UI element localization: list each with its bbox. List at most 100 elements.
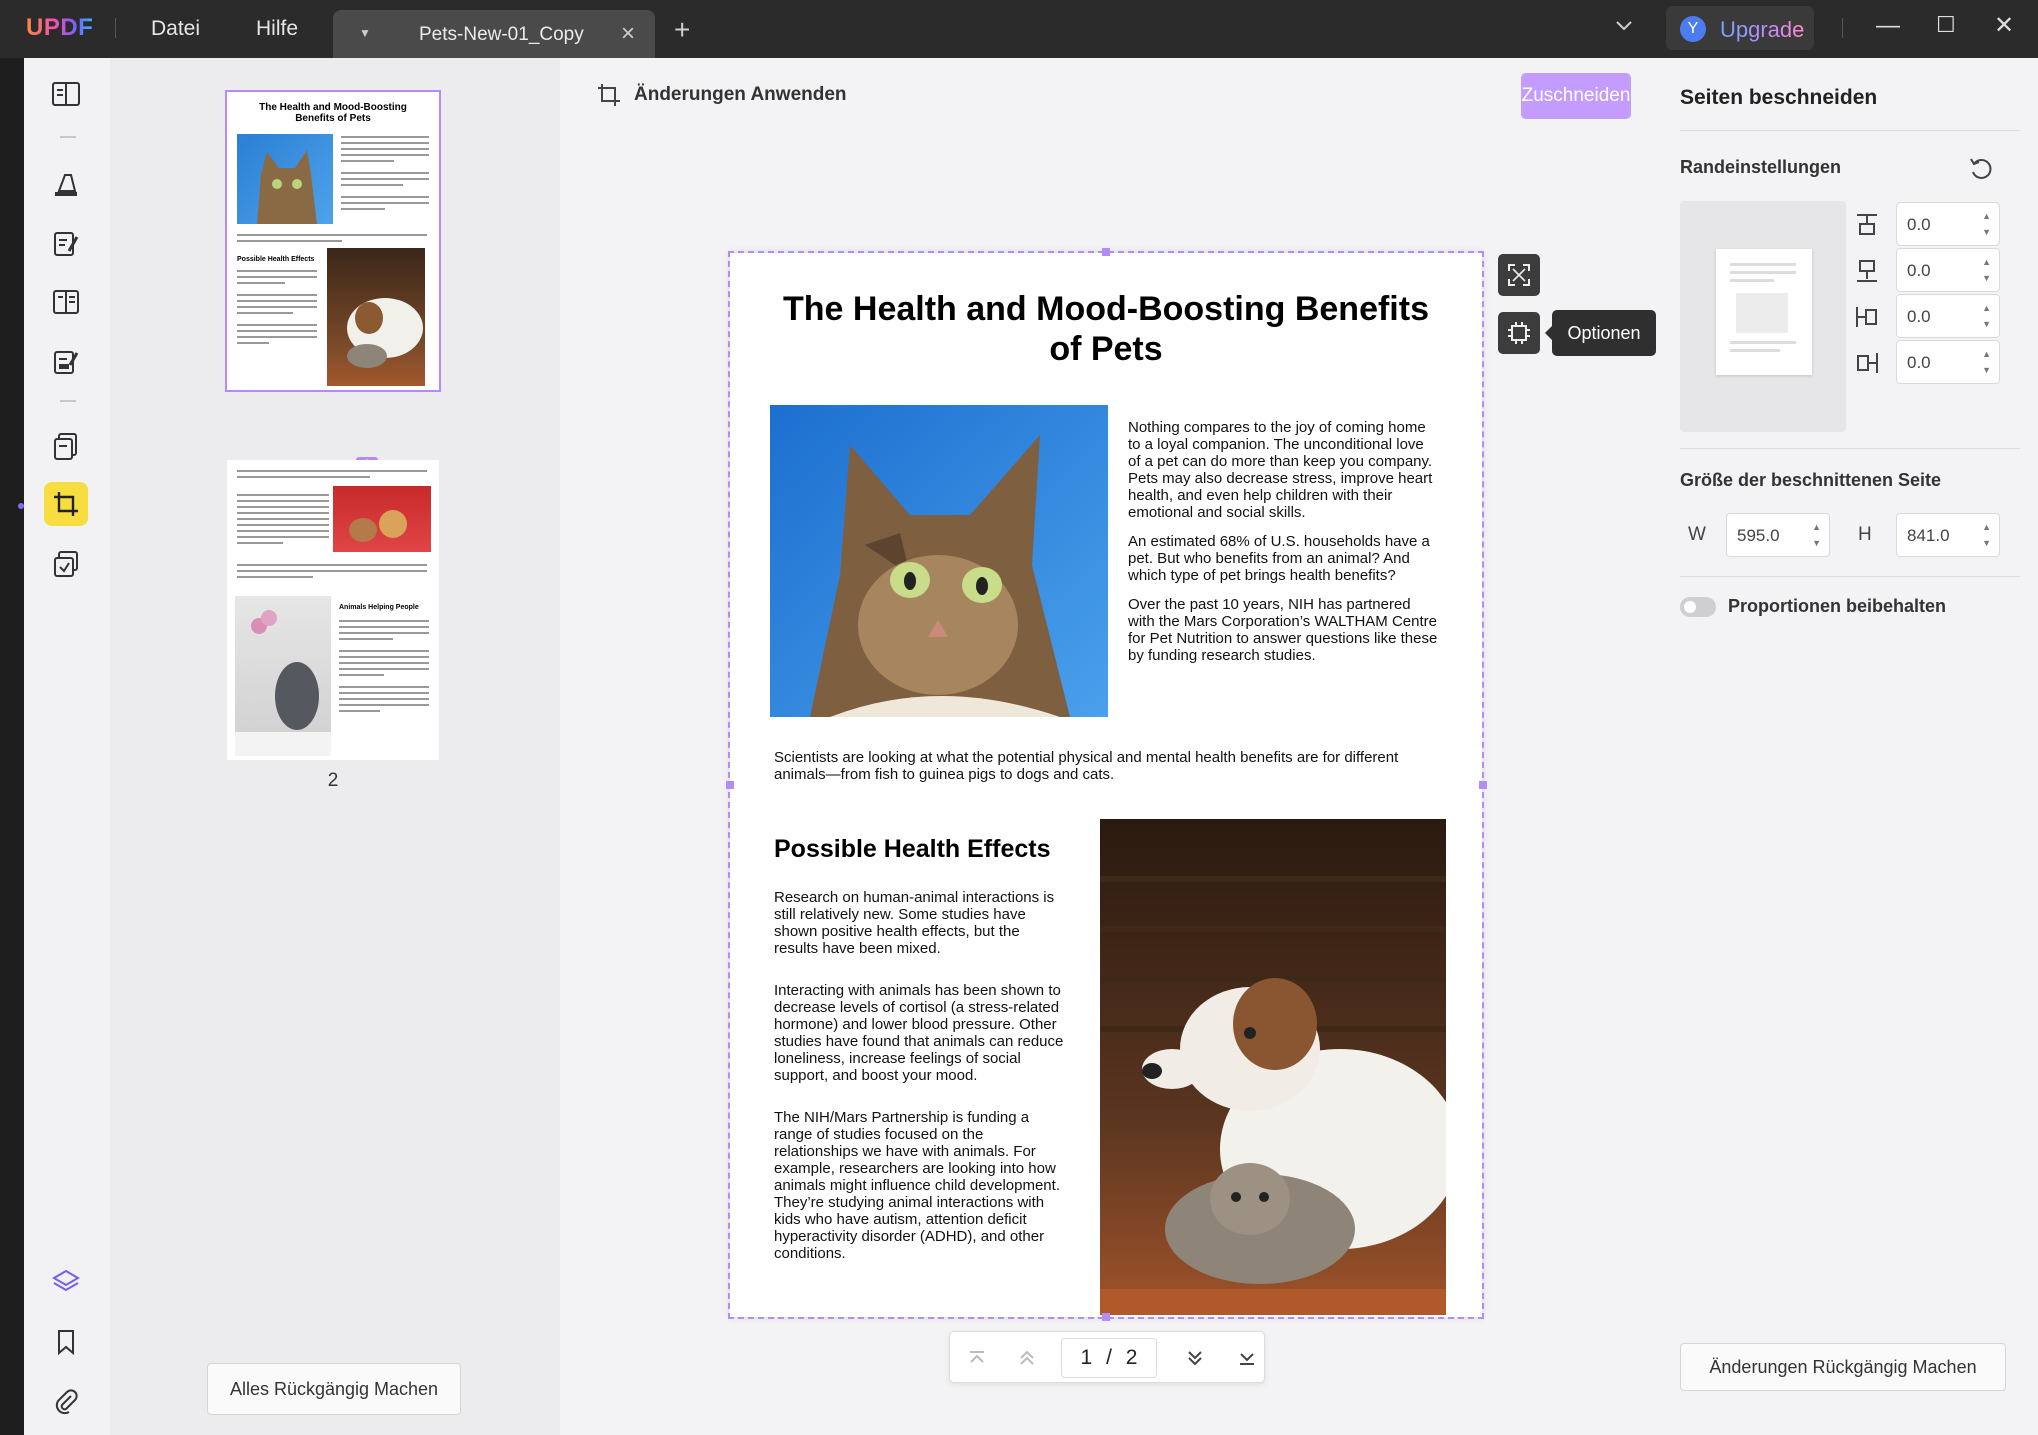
margin-bottom-stepper[interactable]: 0.0 ▲ ▼ — [1896, 248, 2000, 292]
close-window-icon[interactable]: ✕ — [1994, 14, 2014, 38]
first-page-icon[interactable] — [964, 1345, 990, 1371]
reset-margins-icon[interactable] — [1968, 156, 1994, 182]
margin-right-icon — [1857, 353, 1878, 373]
window-edge — [0, 58, 24, 1435]
options-tooltip: Optionen — [1545, 310, 1656, 356]
menu-file[interactable]: Datei — [151, 17, 200, 41]
crop-handle-bottom[interactable] — [1102, 1313, 1110, 1321]
crop-pages-icon[interactable] — [44, 482, 88, 526]
stepper-up-icon[interactable]: ▲ — [1982, 303, 1991, 313]
margins-label: Randeinstellungen — [1680, 157, 1842, 177]
maximize-icon[interactable]: ☐ — [1936, 14, 1956, 36]
page-thumbnail[interactable]: The Health and Mood-Boosting Benefits of… — [225, 90, 441, 392]
page-thumbnail[interactable]: Animals Helping People — [227, 460, 439, 760]
last-page-icon[interactable] — [1234, 1345, 1260, 1371]
crop-handle-right[interactable] — [1479, 781, 1487, 789]
upgrade-button[interactable]: Y Upgrade — [1666, 6, 1814, 50]
organize-pages-icon[interactable] — [44, 424, 88, 468]
apply-changes-button[interactable]: Änderungen Anwenden — [596, 80, 847, 110]
thumbnail-cat-flowers-image — [235, 596, 331, 756]
undo-all-button[interactable]: Alles Rückgängig Machen — [207, 1363, 461, 1415]
crop-apply-icon — [598, 84, 620, 106]
margin-left-stepper[interactable]: 0.0 ▲ ▼ — [1896, 294, 2000, 338]
thumbnail-text-lines — [339, 620, 429, 712]
rail-divider — [60, 136, 76, 138]
tab-list-chevron-icon[interactable] — [1614, 16, 1634, 36]
stepper-down-icon[interactable]: ▼ — [1982, 227, 1991, 237]
wide-paragraph: Scientists are looking at what the poten… — [774, 749, 1399, 783]
intro-paragraph: Over the past 10 years, NIH has partnere… — [1128, 596, 1438, 664]
tool-rail — [24, 58, 110, 1435]
reader-mode-icon[interactable] — [44, 72, 88, 116]
menu-help[interactable]: Hilfe — [256, 17, 298, 41]
thumbnail-text-lines — [237, 564, 427, 578]
panel-divider — [1680, 448, 2020, 449]
minimize-icon[interactable]: — — [1876, 14, 1900, 38]
form-edit-icon[interactable] — [44, 340, 88, 384]
tab-title: Pets-New-01_Copy — [419, 24, 584, 45]
total-pages: 2 — [1125, 1346, 1138, 1369]
crop-handle-top[interactable] — [1102, 248, 1110, 256]
crop-button[interactable]: Zuschneiden — [1521, 73, 1631, 119]
stepper-down-icon[interactable]: ▼ — [1982, 319, 1991, 329]
app-logo: UPDF — [26, 14, 94, 41]
edit-pdf-icon[interactable] — [44, 222, 88, 266]
stepper-up-icon[interactable]: ▲ — [1982, 522, 1991, 532]
crop-options-icon[interactable] — [1498, 312, 1540, 354]
intro-text: Nothing compares to the joy of coming ho… — [1128, 419, 1440, 676]
section-paragraph: Interacting with animals has been shown … — [774, 982, 1064, 1084]
thumbnail-text-lines — [341, 136, 429, 210]
stepper-up-icon[interactable]: ▲ — [1812, 522, 1821, 532]
document-tab[interactable]: ▼ Pets-New-01_Copy × — [333, 10, 655, 58]
margin-top-icon — [1857, 214, 1877, 235]
attachment-icon[interactable] — [44, 1380, 88, 1424]
margin-right-stepper[interactable]: 0.0 ▲ ▼ — [1896, 340, 2000, 384]
thumbnail-heading: Animals Helping People — [339, 604, 419, 611]
bookmark-icon[interactable] — [44, 1320, 88, 1364]
thumbnail-text-lines — [237, 234, 427, 242]
stepper-down-icon[interactable]: ▼ — [1982, 365, 1991, 375]
crop-size-label: Größe der beschnittenen Seite — [1680, 470, 1942, 490]
title-separator — [1842, 18, 1843, 38]
margin-bottom-icon — [1857, 260, 1877, 282]
batch-convert-icon[interactable] — [44, 542, 88, 586]
next-page-icon[interactable] — [1182, 1345, 1208, 1371]
comment-highlighter-icon[interactable] — [44, 162, 88, 206]
tab-dropdown-icon[interactable]: ▼ — [359, 26, 371, 40]
page-layout-icon[interactable] — [44, 280, 88, 324]
margin-top-stepper[interactable]: 0.0 ▲ ▼ — [1896, 202, 2000, 246]
margin-left-icon — [1856, 307, 1877, 327]
stepper-up-icon[interactable]: ▲ — [1982, 349, 1991, 359]
current-page: 1 — [1080, 1346, 1093, 1369]
page-navigator: 1 / 2 — [949, 1331, 1265, 1383]
undo-changes-button[interactable]: Änderungen Rückgängig Machen — [1680, 1343, 2006, 1391]
apply-changes-label: Änderungen Anwenden — [634, 84, 847, 105]
section-paragraph: The NIH/Mars Partnership is funding a ra… — [774, 1109, 1060, 1262]
thumbnail-title: The Health and Mood-Boosting Benefits of… — [259, 102, 407, 124]
crop-handle-left[interactable] — [726, 781, 734, 789]
stepper-down-icon[interactable]: ▼ — [1982, 538, 1991, 548]
panel-title: Seiten beschneiden — [1680, 86, 1878, 109]
upgrade-label: Upgrade — [1720, 17, 1805, 42]
section-heading: Possible Health Effects — [774, 835, 1051, 863]
width-stepper[interactable]: 595.0 ▲ ▼ — [1726, 513, 1830, 557]
title-bar: UPDF Datei Hilfe ▼ Pets-New-01_Copy × + … — [0, 0, 2038, 58]
page-number-field[interactable]: 1 / 2 — [1061, 1338, 1157, 1378]
stepper-up-icon[interactable]: ▲ — [1982, 257, 1991, 267]
crop-settings-panel: Seiten beschneiden Randeinstellungen 0.0… — [1658, 58, 2038, 1435]
height-stepper[interactable]: 841.0 ▲ ▼ — [1896, 513, 2000, 557]
section-paragraph: Research on human-animal interactions is… — [774, 889, 1055, 957]
keep-proportions-toggle[interactable] — [1680, 597, 1716, 617]
crop-preview — [1680, 201, 1846, 432]
stepper-down-icon[interactable]: ▼ — [1812, 538, 1821, 548]
panel-divider — [1680, 130, 2020, 131]
fit-page-icon[interactable] — [1498, 254, 1540, 296]
stepper-down-icon[interactable]: ▼ — [1982, 273, 1991, 283]
previous-page-icon[interactable] — [1014, 1345, 1040, 1371]
new-tab-icon[interactable]: + — [674, 16, 690, 44]
tab-close-icon[interactable]: × — [621, 20, 635, 48]
stepper-up-icon[interactable]: ▲ — [1982, 211, 1991, 221]
margin-bottom-value: 0.0 — [1907, 261, 1931, 280]
layers-icon[interactable] — [44, 1260, 88, 1304]
cat-photo — [770, 405, 1108, 717]
